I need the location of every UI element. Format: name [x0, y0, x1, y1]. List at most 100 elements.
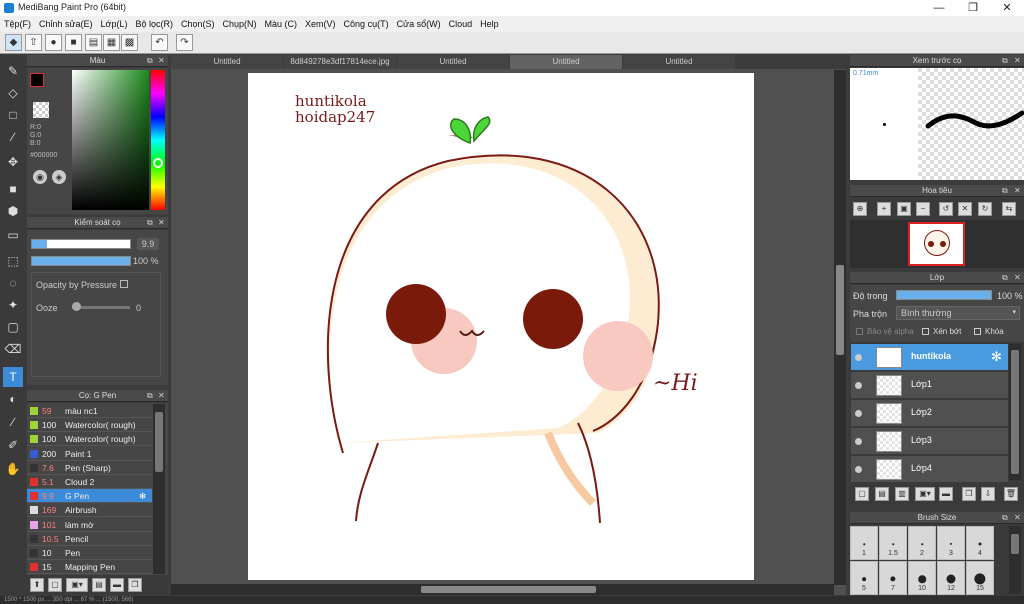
brush-size-preset[interactable]: 2: [908, 526, 936, 560]
hue-slider[interactable]: [151, 70, 165, 210]
close-icon[interactable]: ✕: [1014, 512, 1021, 524]
brush-size-scrollbar[interactable]: [1009, 526, 1021, 594]
close-icon[interactable]: ✕: [1014, 272, 1021, 284]
new-layer-icon[interactable]: ▢: [855, 487, 869, 501]
scrollbar-thumb[interactable]: [836, 265, 844, 355]
layer-item[interactable]: Lớp1: [851, 372, 1008, 399]
line-tool-icon[interactable]: ∕: [3, 127, 23, 147]
new-halftone-layer-icon[interactable]: ▤: [875, 487, 889, 501]
fit-icon[interactable]: ▣: [897, 202, 911, 216]
merge-layer-icon[interactable]: ⇩: [981, 487, 995, 501]
operation-tool-icon[interactable]: ◐: [3, 389, 23, 409]
add-brush-icon[interactable]: ⬆: [30, 578, 44, 592]
move-tool-icon[interactable]: ✥: [3, 152, 23, 172]
flip-icon[interactable]: ⇆: [1002, 202, 1016, 216]
menu-item[interactable]: Lớp(L): [97, 16, 132, 32]
canvas-vertical-scrollbar[interactable]: [834, 70, 846, 585]
undock-icon[interactable]: ⧉: [1002, 272, 1008, 284]
eraser-tool-icon[interactable]: ◇: [3, 83, 23, 103]
brush-size-preset[interactable]: 7: [879, 561, 907, 595]
brush-list-item[interactable]: 100 Watercolor( rough): [27, 432, 152, 447]
menu-item[interactable]: Bộ lọc(R): [131, 16, 177, 32]
new-brush-icon[interactable]: ▢: [48, 578, 62, 592]
scrollbar-thumb[interactable]: [421, 586, 596, 593]
undo-icon[interactable]: ↶: [151, 34, 168, 51]
brush-size-slider[interactable]: [31, 239, 131, 249]
navigator-thumbnail[interactable]: [908, 222, 965, 266]
hue-slider-handle[interactable]: [153, 158, 163, 168]
zoom-icon[interactable]: ⊕: [853, 202, 867, 216]
menu-item[interactable]: Cửa sổ(W): [393, 16, 445, 32]
select-eraser-icon[interactable]: ⌫: [3, 339, 23, 359]
lasso-icon[interactable]: ◌: [3, 273, 23, 293]
brush-list-item[interactable]: 101 làm mờ: [27, 518, 152, 532]
layer-opacity-slider[interactable]: [896, 290, 992, 300]
zoom-out-icon[interactable]: −: [916, 202, 930, 216]
brush-list-item[interactable]: 169 Airbrush: [27, 503, 152, 518]
folder-icon[interactable]: ▬: [939, 487, 953, 501]
close-icon[interactable]: ✕: [158, 55, 165, 67]
select-pen-icon[interactable]: ▢: [3, 317, 23, 337]
gear-icon[interactable]: ✻: [139, 489, 146, 503]
export-icon[interactable]: ⇧: [25, 34, 42, 51]
reset-view-icon[interactable]: ✕: [958, 202, 972, 216]
duplicate-layer-icon[interactable]: ❐: [962, 487, 976, 501]
page-icon[interactable]: ■: [65, 34, 82, 51]
brush-size-preset[interactable]: 10: [908, 561, 936, 595]
gear-icon[interactable]: ✻: [991, 349, 1002, 365]
tab-document[interactable]: Untitled: [623, 55, 735, 69]
blend-mode-select[interactable]: Bình thường ▾: [896, 306, 1020, 320]
magic-wand-icon[interactable]: ✦: [3, 295, 23, 315]
brush-list-item[interactable]: 9.9 G Pen ✻: [27, 489, 152, 504]
color-picker-icon[interactable]: ◈: [52, 170, 66, 184]
brush-list-scrollbar[interactable]: [153, 404, 165, 574]
panel-icon[interactable]: ▤: [85, 34, 102, 51]
brush-opacity-slider[interactable]: [31, 256, 131, 266]
layer-item[interactable]: Lớp3: [851, 428, 1008, 455]
undock-icon[interactable]: ⧉: [147, 390, 153, 402]
eye-icon[interactable]: [855, 354, 862, 361]
brush-list-item[interactable]: 10 Pen: [27, 546, 152, 560]
brush-list-item[interactable]: 5.1 Cloud 2: [27, 475, 152, 489]
brush-tool-icon[interactable]: ✎: [3, 61, 23, 81]
clipping-checkbox[interactable]: [922, 328, 929, 335]
protect-alpha-checkbox[interactable]: [856, 328, 863, 335]
menu-item[interactable]: Công cụ(T): [340, 16, 393, 32]
undock-icon[interactable]: ⧉: [147, 55, 153, 67]
menu-item[interactable]: Màu (C): [261, 16, 302, 32]
drawing-canvas[interactable]: huntikola hoidap247 ~Hi: [248, 73, 754, 580]
text-tool-icon[interactable]: T: [3, 367, 23, 387]
menu-item[interactable]: Tệp(F): [0, 16, 35, 32]
canvas-horizontal-scrollbar[interactable]: [171, 584, 834, 595]
duplicate-icon[interactable]: ❐: [128, 578, 142, 592]
maximize-button[interactable]: ❐: [956, 0, 990, 16]
hand-tool-icon[interactable]: ✋: [3, 459, 23, 479]
opacity-by-pressure-checkbox[interactable]: [120, 280, 128, 288]
grid-icon[interactable]: ▦: [103, 34, 120, 51]
layer-item[interactable]: huntikola ✻: [851, 344, 1008, 371]
minimize-button[interactable]: —: [922, 0, 956, 16]
undock-icon[interactable]: ⧉: [147, 217, 153, 229]
brush-list-item[interactable]: 100 Watercolor( rough): [27, 418, 152, 433]
tab-document[interactable]: Untitled: [171, 55, 283, 69]
brush-size-preset[interactable]: 1: [850, 526, 878, 560]
brush-list-item[interactable]: 200 Paint 1: [27, 447, 152, 461]
saturation-value-picker[interactable]: [72, 70, 149, 210]
brush-size-preset[interactable]: 3: [937, 526, 965, 560]
brush-size-value[interactable]: 9.9: [137, 238, 159, 250]
lock-checkbox[interactable]: [974, 328, 981, 335]
trash-icon[interactable]: 🗑: [1004, 487, 1018, 501]
brush-list-item[interactable]: 10.5 Pencil: [27, 532, 152, 546]
copy-brush-icon[interactable]: ▤: [92, 578, 106, 592]
brush-size-preset[interactable]: 12: [937, 561, 965, 595]
layer-item[interactable]: Lớp2: [851, 400, 1008, 427]
palette-icon[interactable]: ◉: [33, 170, 47, 184]
brush-size-preset[interactable]: 15: [966, 561, 994, 595]
select-rect-icon[interactable]: ⬚: [3, 251, 23, 271]
close-button[interactable]: ✕: [990, 0, 1024, 16]
pen-mode-icon[interactable]: ◆: [5, 34, 22, 51]
layer-menu-icon[interactable]: ▣▾: [915, 487, 935, 501]
rotate-left-icon[interactable]: ↺: [939, 202, 953, 216]
layer-item[interactable]: Lớp4: [851, 456, 1008, 483]
close-icon[interactable]: ✕: [158, 217, 165, 229]
